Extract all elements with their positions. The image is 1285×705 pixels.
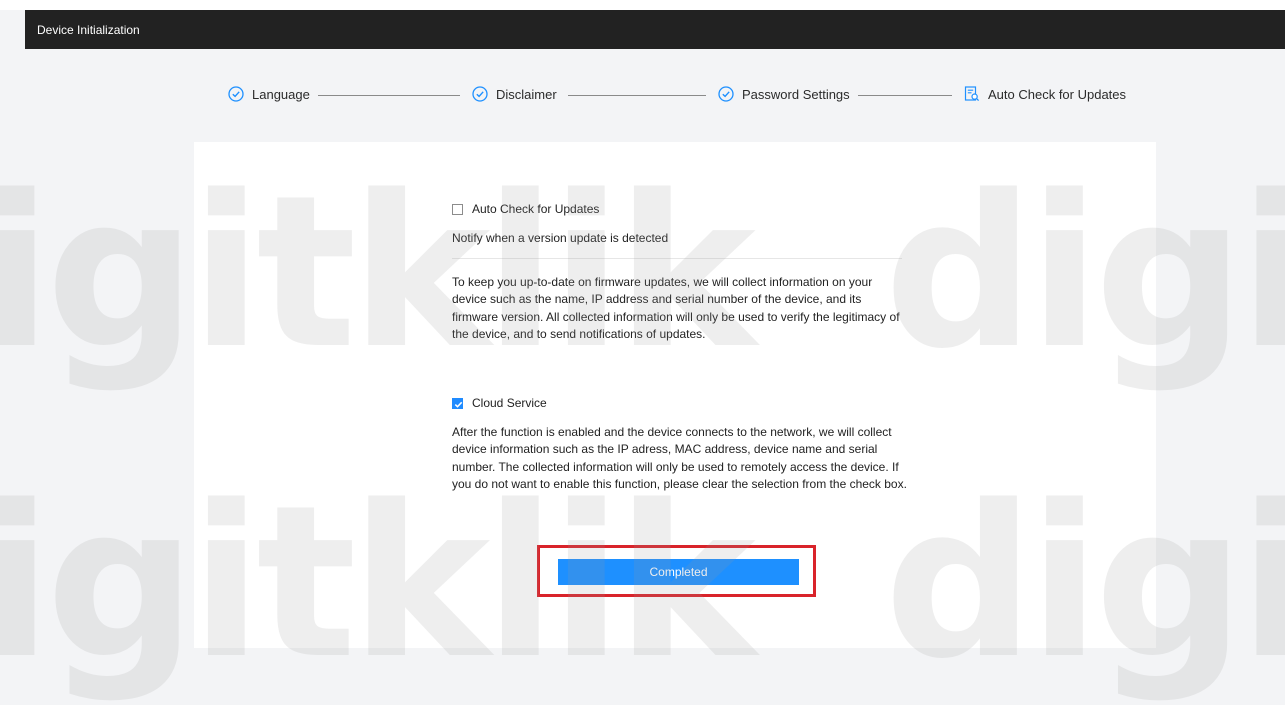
check-circle-icon <box>228 86 244 102</box>
cloud-service-checkbox[interactable] <box>452 398 463 410</box>
checkmark-icon <box>454 401 463 408</box>
auto-update-description-wrap: To keep you up-to-date on firmware updat… <box>452 274 910 343</box>
auto-update-checkbox-label: Auto Check for Updates <box>472 202 600 216</box>
step-label: Password Settings <box>742 86 850 102</box>
window-title: Device Initialization <box>37 22 140 37</box>
step-connector <box>858 95 952 96</box>
highlight-box <box>537 545 816 597</box>
cloud-service-section: Cloud Service <box>452 395 912 412</box>
cloud-service-checkbox-label: Cloud Service <box>472 396 547 410</box>
search-document-icon <box>964 86 980 102</box>
title-bar: Device Initialization <box>25 10 1285 49</box>
cloud-service-description-wrap: After the function is enabled and the de… <box>452 424 912 493</box>
auto-update-section: Auto Check for Updates <box>452 201 912 218</box>
cloud-service-description: After the function is enabled and the de… <box>452 425 907 491</box>
step-label: Disclaimer <box>496 86 557 102</box>
step-disclaimer: Disclaimer <box>472 86 557 102</box>
check-circle-icon <box>472 86 488 102</box>
step-language: Language <box>228 86 310 102</box>
check-circle-icon <box>718 86 734 102</box>
step-connector <box>318 95 460 96</box>
auto-update-subtitle: Notify when a version update is detected <box>452 231 669 245</box>
step-auto-check-updates: Auto Check for Updates <box>964 86 1126 102</box>
top-stripe <box>0 0 1285 10</box>
auto-update-checkbox-row[interactable]: Auto Check for Updates <box>452 201 912 218</box>
step-password-settings: Password Settings <box>718 86 850 102</box>
step-label: Auto Check for Updates <box>988 86 1127 102</box>
cloud-service-checkbox-row[interactable]: Cloud Service <box>452 395 912 412</box>
auto-update-description: To keep you up-to-date on firmware updat… <box>452 275 900 341</box>
step-label: Language <box>252 86 310 102</box>
auto-update-checkbox[interactable] <box>452 204 463 216</box>
divider <box>452 258 902 259</box>
auto-update-subtitle-wrap: Notify when a version update is detected <box>452 230 912 247</box>
step-connector <box>568 95 706 96</box>
